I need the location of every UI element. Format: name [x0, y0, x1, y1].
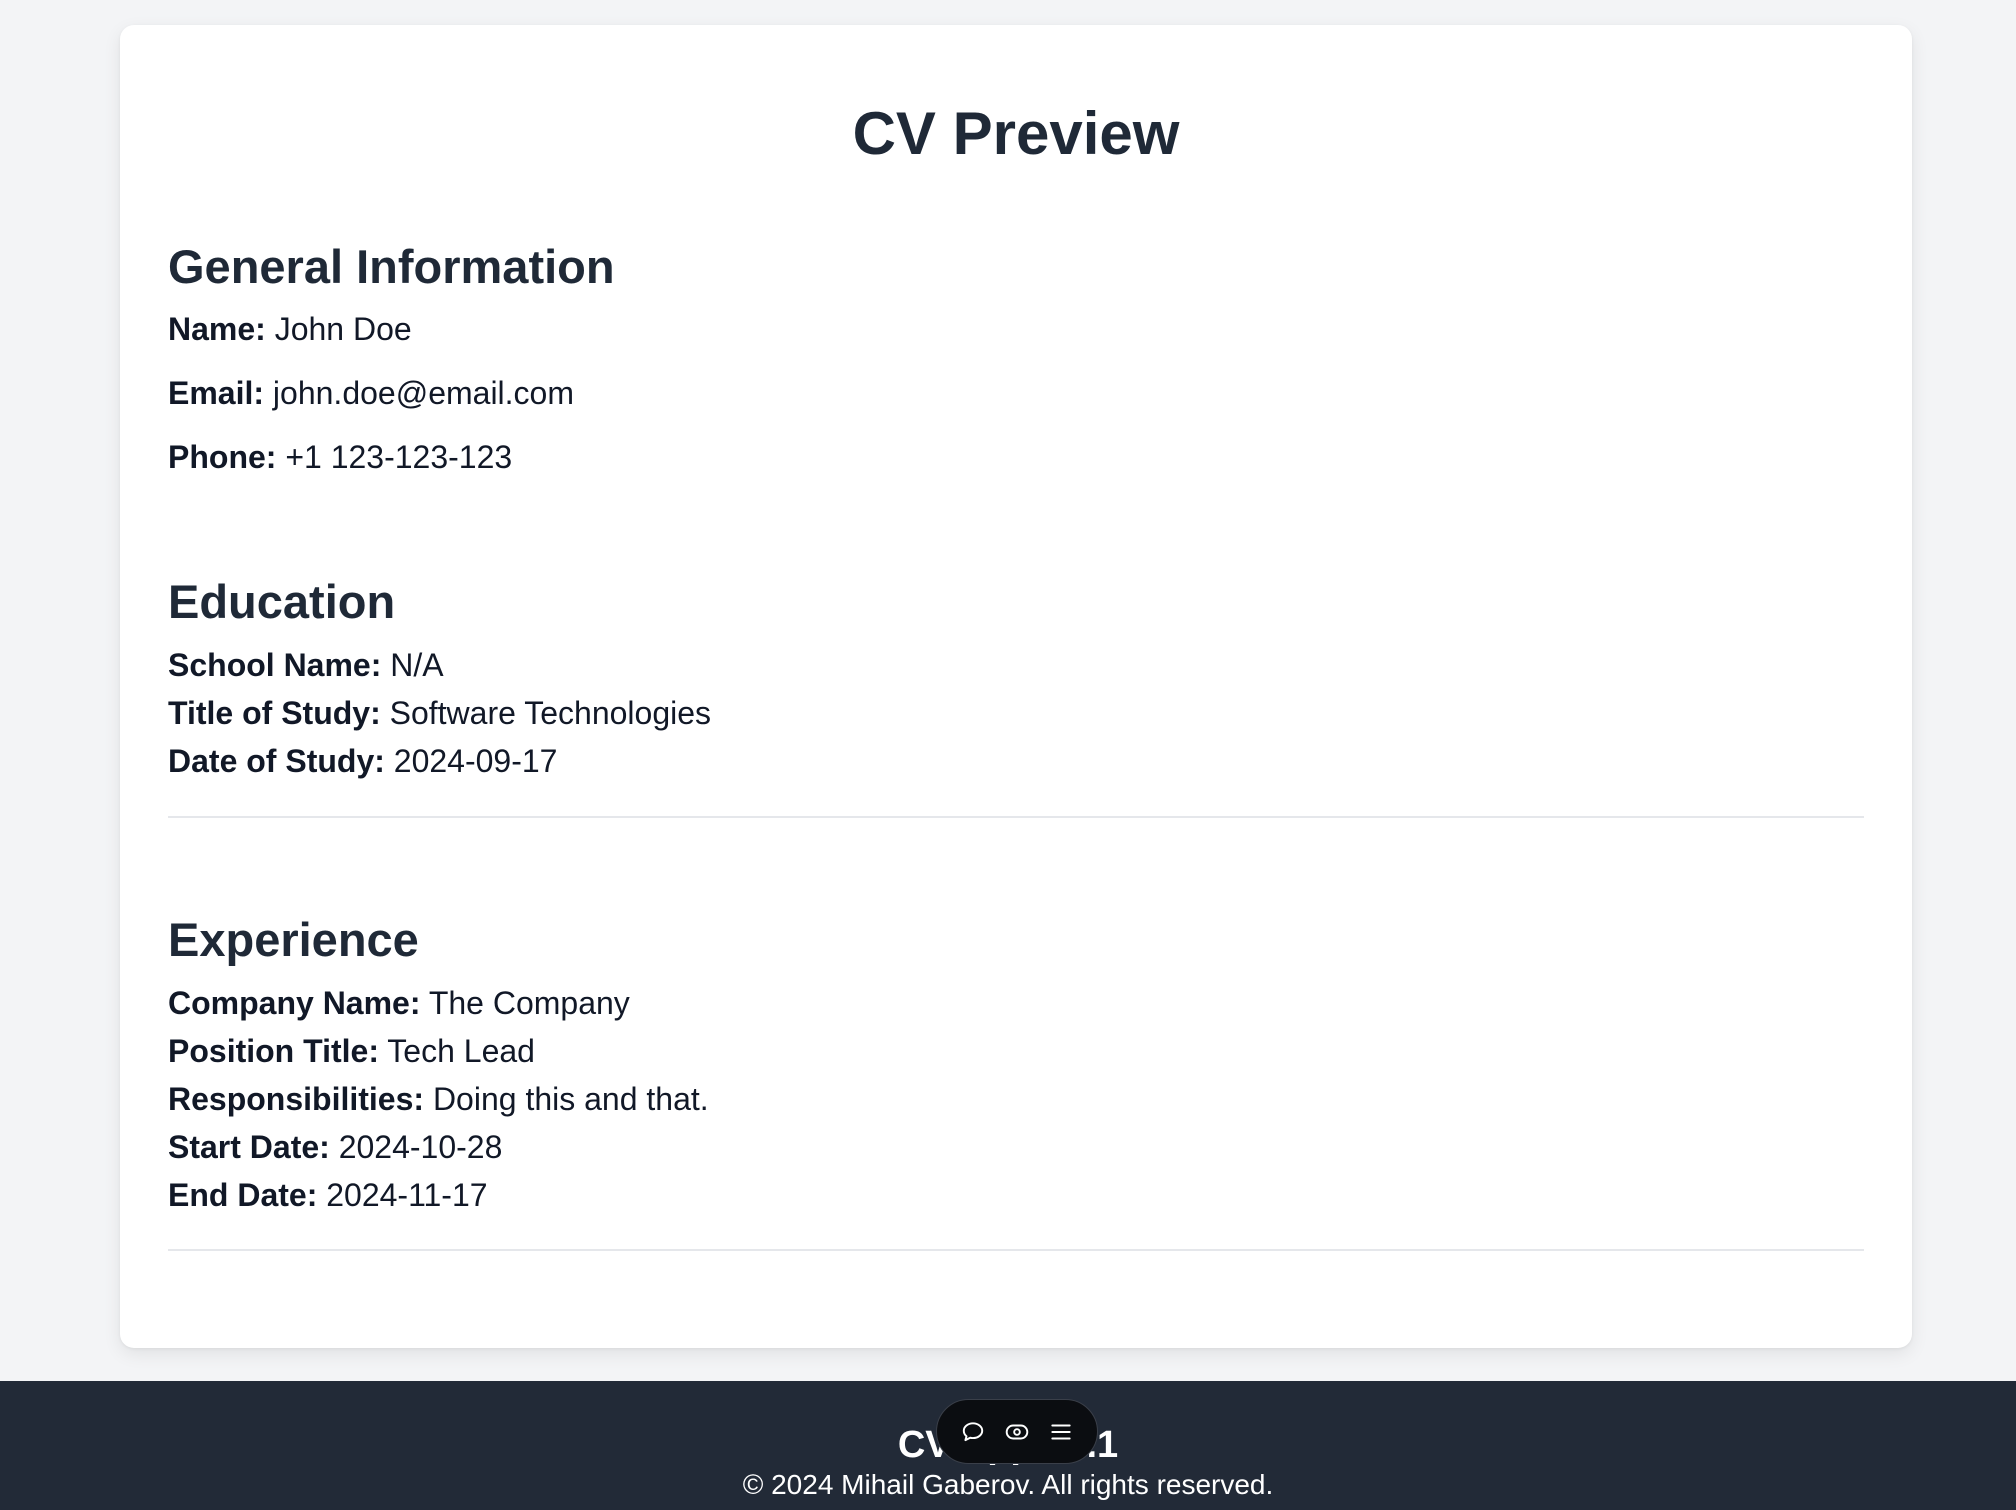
- view-toggle-button[interactable]: [999, 1414, 1035, 1450]
- cv-preview-card: CV Preview General Information Name: Joh…: [120, 25, 1912, 1348]
- start-date-label: Start Date:: [168, 1129, 330, 1165]
- experience-heading: Experience: [168, 913, 419, 966]
- experience-divider: [168, 1249, 1864, 1251]
- start-date-value: 2024-10-28: [338, 1129, 503, 1165]
- responsibilities-value: Doing this and that.: [432, 1081, 709, 1117]
- page-title: CV Preview: [852, 100, 1180, 167]
- position-title-field: Position Title: Tech Lead: [168, 1031, 535, 1071]
- position-title-label: Position Title:: [168, 1033, 379, 1069]
- footer-copyright: © 2024 Mihail Gaberov. All rights reserv…: [742, 1469, 1274, 1500]
- education-divider: [168, 816, 1864, 818]
- date-of-study-value: 2024-09-17: [393, 743, 558, 779]
- email-value: john.doe@email.com: [272, 375, 574, 411]
- comment-button[interactable]: [955, 1414, 991, 1450]
- title-of-study-field: Title of Study: Software Technologies: [168, 693, 711, 733]
- company-name-field: Company Name: The Company: [168, 983, 630, 1023]
- school-name-label: School Name:: [168, 647, 382, 683]
- email-label: Email:: [168, 375, 265, 411]
- responsibilities-label: Responsibilities:: [168, 1081, 425, 1117]
- title-of-study-value: Software Technologies: [389, 695, 712, 731]
- name-label: Name:: [168, 311, 266, 347]
- name-value: John Doe: [274, 311, 412, 347]
- date-of-study-field: Date of Study: 2024-09-17: [168, 741, 557, 781]
- education-heading: Education: [168, 575, 396, 628]
- eye-icon: [1005, 1424, 1029, 1439]
- general-information-heading: General Information: [168, 240, 615, 293]
- phone-label: Phone:: [168, 439, 277, 475]
- comment-icon: [962, 1421, 984, 1441]
- end-date-label: End Date:: [168, 1177, 318, 1213]
- company-name-label: Company Name:: [168, 985, 421, 1021]
- floating-toolbar: [936, 1399, 1098, 1464]
- position-title-value: Tech Lead: [387, 1033, 535, 1069]
- menu-button[interactable]: [1043, 1414, 1079, 1450]
- start-date-field: Start Date: 2024-10-28: [168, 1127, 502, 1167]
- menu-icon: [1051, 1424, 1071, 1439]
- company-name-value: The Company: [428, 985, 630, 1021]
- school-name-field: School Name: N/A: [168, 645, 444, 685]
- phone-value: +1 123-123-123: [285, 439, 513, 475]
- responsibilities-field: Responsibilities: Doing this and that.: [168, 1079, 709, 1119]
- school-name-value: N/A: [390, 647, 444, 683]
- end-date-field: End Date: 2024-11-17: [168, 1175, 488, 1215]
- title-of-study-label: Title of Study:: [168, 695, 381, 731]
- phone-field: Phone: +1 123-123-123: [168, 437, 512, 477]
- end-date-value: 2024-11-17: [326, 1177, 488, 1213]
- name-field: Name: John Doe: [168, 309, 412, 349]
- date-of-study-label: Date of Study:: [168, 743, 385, 779]
- email-field: Email: john.doe@email.com: [168, 373, 574, 413]
